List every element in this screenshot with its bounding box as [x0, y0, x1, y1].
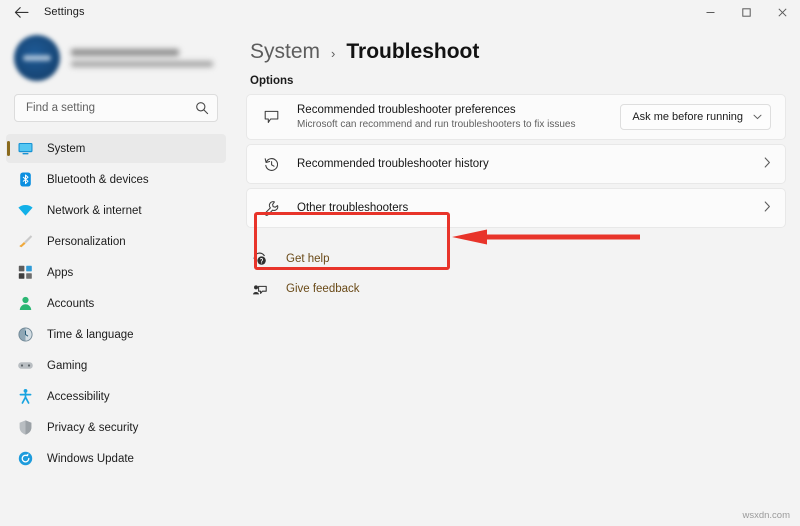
dropdown-value: Ask me before running: [632, 111, 743, 123]
chevron-right-icon[interactable]: [764, 157, 771, 171]
bluetooth-icon: [16, 171, 34, 189]
sidebar-label: Accounts: [47, 297, 95, 310]
minimize-button[interactable]: [692, 0, 728, 24]
update-refresh-icon: [16, 450, 34, 468]
window-controls: [692, 0, 800, 24]
search-box[interactable]: [14, 94, 218, 122]
sidebar: System Bluetooth & devices Network: [0, 24, 232, 526]
sidebar-label: Gaming: [47, 359, 88, 372]
chevron-down-icon: [753, 112, 762, 122]
sidebar-item-windows-update[interactable]: Windows Update: [6, 444, 226, 473]
history-clock-icon: [261, 156, 281, 173]
avatar: [14, 35, 60, 81]
sidebar-item-personalization[interactable]: Personalization: [6, 227, 226, 256]
card-text: Other troubleshooters: [297, 201, 754, 215]
link-label: Give feedback: [286, 283, 360, 295]
card-text: Recommended troubleshooter history: [297, 157, 754, 171]
card-title: Other troubleshooters: [297, 202, 409, 214]
sidebar-label: Windows Update: [47, 452, 134, 465]
card-text: Recommended troubleshooter preferences M…: [297, 103, 620, 131]
sidebar-label: Accessibility: [47, 390, 110, 403]
breadcrumb-parent[interactable]: System: [250, 40, 320, 64]
minimize-icon: [706, 11, 714, 13]
help-links: Get help Give feedback: [246, 248, 786, 300]
card-recommended-troubleshooter-history[interactable]: Recommended troubleshooter history: [246, 144, 786, 184]
help-question-icon: [250, 251, 270, 267]
sidebar-label: System: [47, 142, 86, 155]
profile-text-redacted: [71, 49, 213, 67]
app-title: Settings: [44, 6, 85, 18]
accessibility-person-icon: [16, 388, 34, 406]
breadcrumb: System › Troubleshoot: [246, 24, 786, 64]
close-button[interactable]: [764, 0, 800, 24]
section-label-options: Options: [250, 75, 294, 87]
gamepad-icon: [16, 357, 34, 375]
sidebar-label: Apps: [47, 266, 74, 279]
sidebar-label: Privacy & security: [47, 421, 139, 434]
link-give-feedback[interactable]: Give feedback: [250, 278, 786, 300]
main-content: System › Troubleshoot Options Recommende…: [232, 24, 800, 526]
watermark: wsxdn.com: [742, 510, 790, 521]
card-subtitle: Microsoft can recommend and run troubles…: [297, 119, 576, 130]
person-icon: [16, 295, 34, 313]
sidebar-label: Network & internet: [47, 204, 142, 217]
wrench-icon: [261, 200, 281, 217]
monitor-icon: [16, 140, 34, 158]
search-icon: [196, 102, 209, 115]
profile-name: [71, 49, 179, 56]
sidebar-item-apps[interactable]: Apps: [6, 258, 226, 287]
shield-icon: [16, 419, 34, 437]
chevron-right-icon[interactable]: [764, 201, 771, 215]
feedback-icon: [250, 281, 270, 297]
card-title: Recommended troubleshooter preferences: [297, 104, 516, 116]
sidebar-nav: System Bluetooth & devices Network & int…: [0, 134, 232, 473]
sidebar-item-privacy-security[interactable]: Privacy & security: [6, 413, 226, 442]
maximize-icon: [741, 7, 751, 17]
sidebar-item-accessibility[interactable]: Accessibility: [6, 382, 226, 411]
sidebar-label: Time & language: [47, 328, 134, 341]
sidebar-label: Personalization: [47, 235, 126, 248]
sidebar-item-accounts[interactable]: Accounts: [6, 289, 226, 318]
link-label: Get help: [286, 253, 330, 265]
speech-bubble-icon: [261, 109, 281, 126]
sidebar-label: Bluetooth & devices: [47, 173, 149, 186]
maximize-button[interactable]: [728, 0, 764, 24]
card-title: Recommended troubleshooter history: [297, 158, 489, 170]
sidebar-item-network-internet[interactable]: Network & internet: [6, 196, 226, 225]
close-icon: [777, 7, 787, 17]
window-titlebar: Settings: [0, 0, 800, 24]
recommended-preferences-dropdown[interactable]: Ask me before running: [620, 104, 771, 130]
user-profile[interactable]: [0, 24, 232, 86]
sidebar-item-system[interactable]: System: [6, 134, 226, 163]
card-recommended-troubleshooter-preferences[interactable]: Recommended troubleshooter preferences M…: [246, 94, 786, 140]
wifi-icon: [16, 202, 34, 220]
link-get-help[interactable]: Get help: [250, 248, 786, 270]
apps-grid-icon: [16, 264, 34, 282]
profile-email: [71, 61, 213, 67]
back-button[interactable]: [6, 1, 36, 23]
search-input[interactable]: [26, 102, 195, 114]
clock-globe-icon: [16, 326, 34, 344]
card-other-troubleshooters[interactable]: Other troubleshooters: [246, 188, 786, 228]
page-title: Troubleshoot: [346, 40, 480, 63]
sidebar-item-gaming[interactable]: Gaming: [6, 351, 226, 380]
paintbrush-icon: [16, 233, 34, 251]
sidebar-item-time-language[interactable]: Time & language: [6, 320, 226, 349]
breadcrumb-separator: ›: [331, 46, 336, 61]
back-arrow-icon: [14, 6, 29, 18]
sidebar-item-bluetooth-devices[interactable]: Bluetooth & devices: [6, 165, 226, 194]
